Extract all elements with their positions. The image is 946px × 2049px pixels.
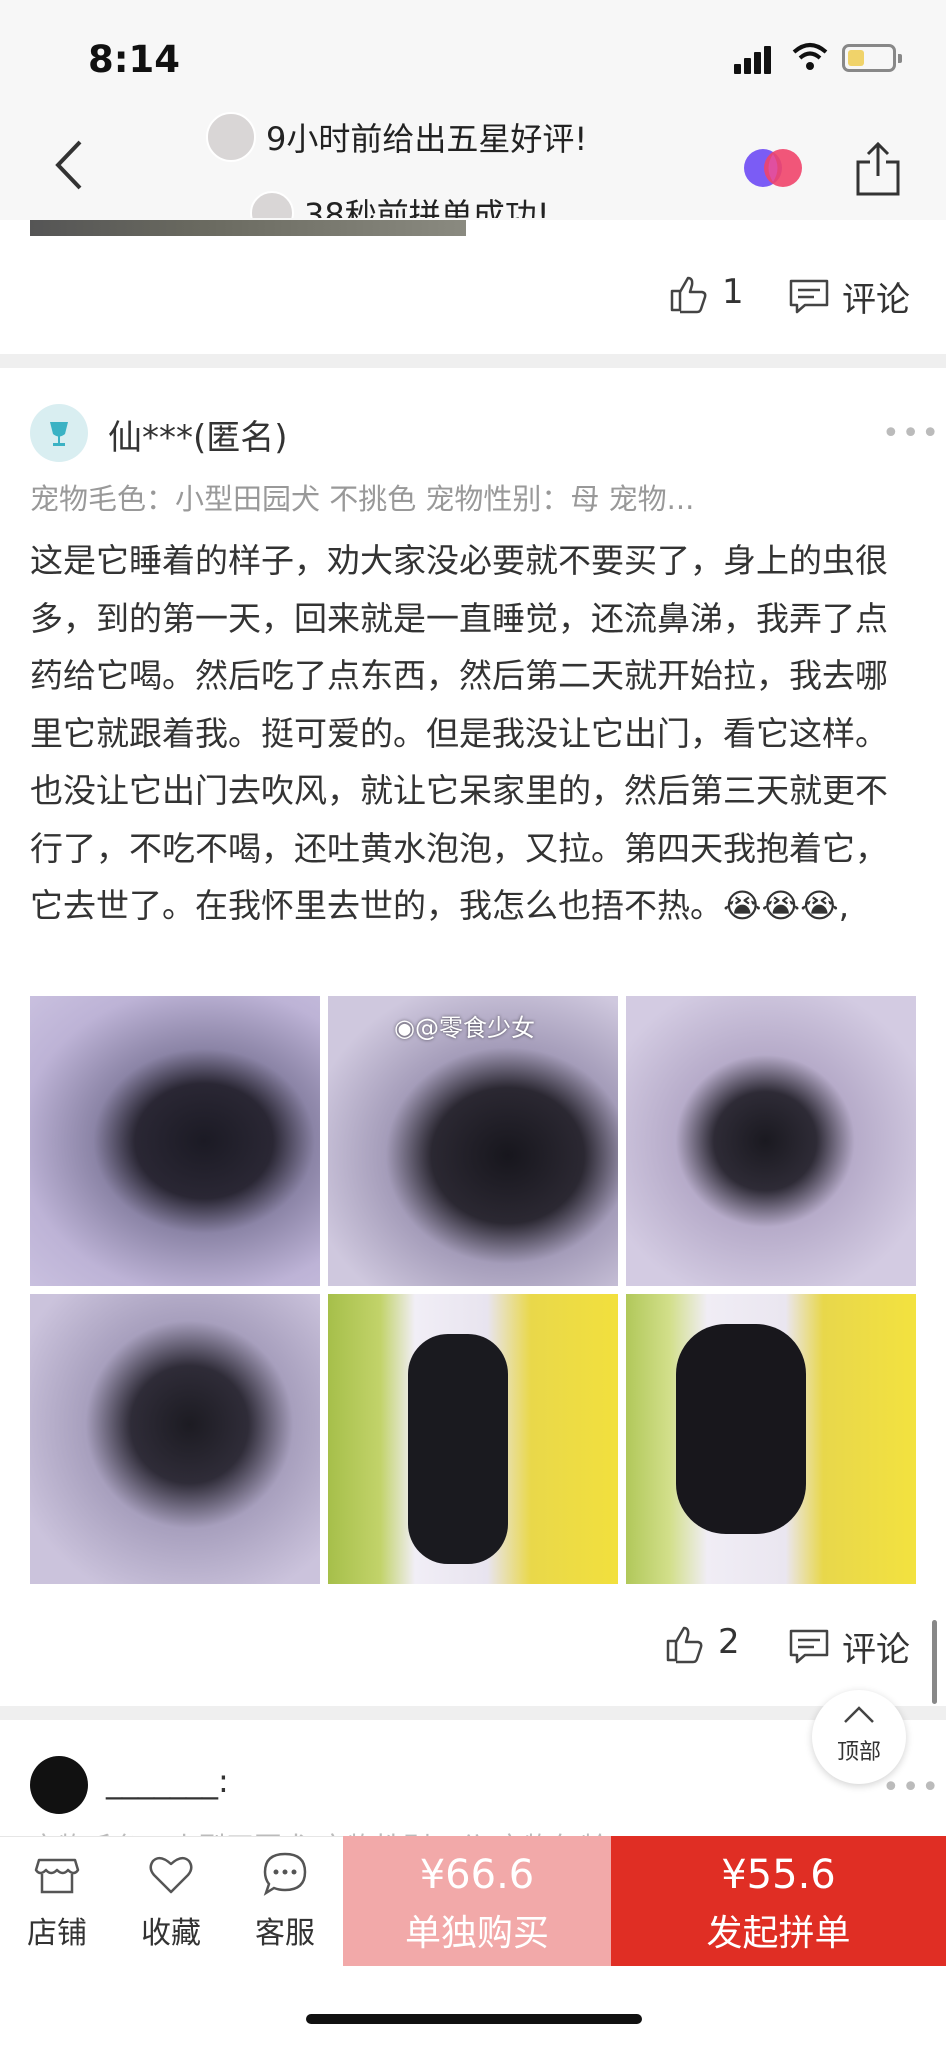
thumbs-up-icon[interactable] [664, 1624, 704, 1664]
review-text: 这是它睡着的样子，劝大家没必要就不要买了，身上的虫很多，到的第一天，回来就是一直… [30, 541, 888, 925]
like-count: 2 [718, 1622, 740, 1662]
more-options-icon[interactable]: ••• [882, 1770, 941, 1805]
reviewer-name: 仙***(匿名) [108, 418, 288, 458]
comment-button[interactable]: 评论 [842, 1622, 910, 1671]
back-to-top-button[interactable]: 顶部 [812, 1690, 906, 1784]
review-photo[interactable] [626, 996, 916, 1286]
avatar [250, 191, 294, 218]
weibo-icon: ◉ [394, 1014, 415, 1042]
review-photo-partial[interactable] [30, 220, 466, 236]
weibo-watermark: ◉@零食少女 [394, 1008, 535, 1043]
scrollbar[interactable] [932, 1620, 937, 1704]
activity-ticker: 9小时前给出五星好评! [206, 112, 587, 162]
share-icon[interactable] [854, 140, 902, 198]
avatar[interactable] [30, 404, 88, 462]
back-to-top-label: 顶部 [836, 1740, 881, 1765]
solo-price: ¥66.6 [419, 1852, 535, 1898]
avatar [206, 112, 256, 162]
support-tab-label: 客服 [255, 1916, 315, 1951]
signal-icon [734, 44, 774, 74]
chevron-up-icon [844, 1706, 874, 1723]
heart-icon [149, 1856, 193, 1894]
group-label: 发起拼单 [706, 1913, 851, 1954]
review-photo[interactable] [30, 996, 320, 1286]
battery-icon [842, 44, 902, 72]
ticker-text: 9小时前给出五星好评! [266, 120, 588, 158]
section-divider [0, 354, 946, 368]
reviewer-name: _______: [106, 1762, 229, 1800]
back-icon[interactable] [50, 138, 90, 192]
review-photo[interactable] [30, 1294, 320, 1584]
section-divider [0, 1706, 946, 1720]
favorite-tab[interactable]: 收藏 [116, 1850, 226, 1952]
solo-label: 单独购买 [404, 1913, 549, 1954]
app-logo-icon[interactable] [742, 146, 804, 190]
review-photo[interactable] [626, 1294, 916, 1584]
avatar[interactable] [30, 1756, 88, 1814]
more-options-icon[interactable]: ••• [882, 416, 941, 451]
store-icon [34, 1858, 80, 1894]
cup-icon [50, 422, 68, 446]
ticker-text: 38秒前拼单成功! [304, 196, 550, 218]
chat-icon [263, 1852, 307, 1896]
store-tab[interactable]: 店铺 [2, 1850, 112, 1952]
store-tab-label: 店铺 [27, 1916, 87, 1951]
group-price: ¥55.6 [721, 1852, 836, 1898]
status-time: 8:14 [88, 38, 181, 81]
favorite-tab-label: 收藏 [141, 1916, 201, 1951]
start-group-buy-button[interactable]: ¥55.6 发起拼单 [611, 1836, 946, 1966]
wifi-icon [792, 43, 828, 70]
review-photo-grid [30, 996, 917, 1586]
activity-ticker-next: 38秒前拼单成功! [250, 190, 550, 218]
review-attributes: 宠物毛色：小型田园犬 不挑色 宠物性别：母 宠物... [30, 482, 695, 516]
buy-alone-button[interactable]: ¥66.6 单独购买 [343, 1836, 611, 1966]
like-count: 1 [722, 272, 744, 312]
thumbs-up-icon[interactable] [668, 274, 708, 314]
home-indicator[interactable] [306, 2014, 642, 2024]
comment-button[interactable]: 评论 [842, 272, 910, 321]
comment-icon[interactable] [788, 278, 830, 314]
review-photo[interactable] [328, 1294, 618, 1584]
watermark-text: @零食少女 [414, 1014, 535, 1042]
comment-icon[interactable] [788, 1628, 830, 1664]
support-tab[interactable]: 客服 [230, 1850, 340, 1952]
